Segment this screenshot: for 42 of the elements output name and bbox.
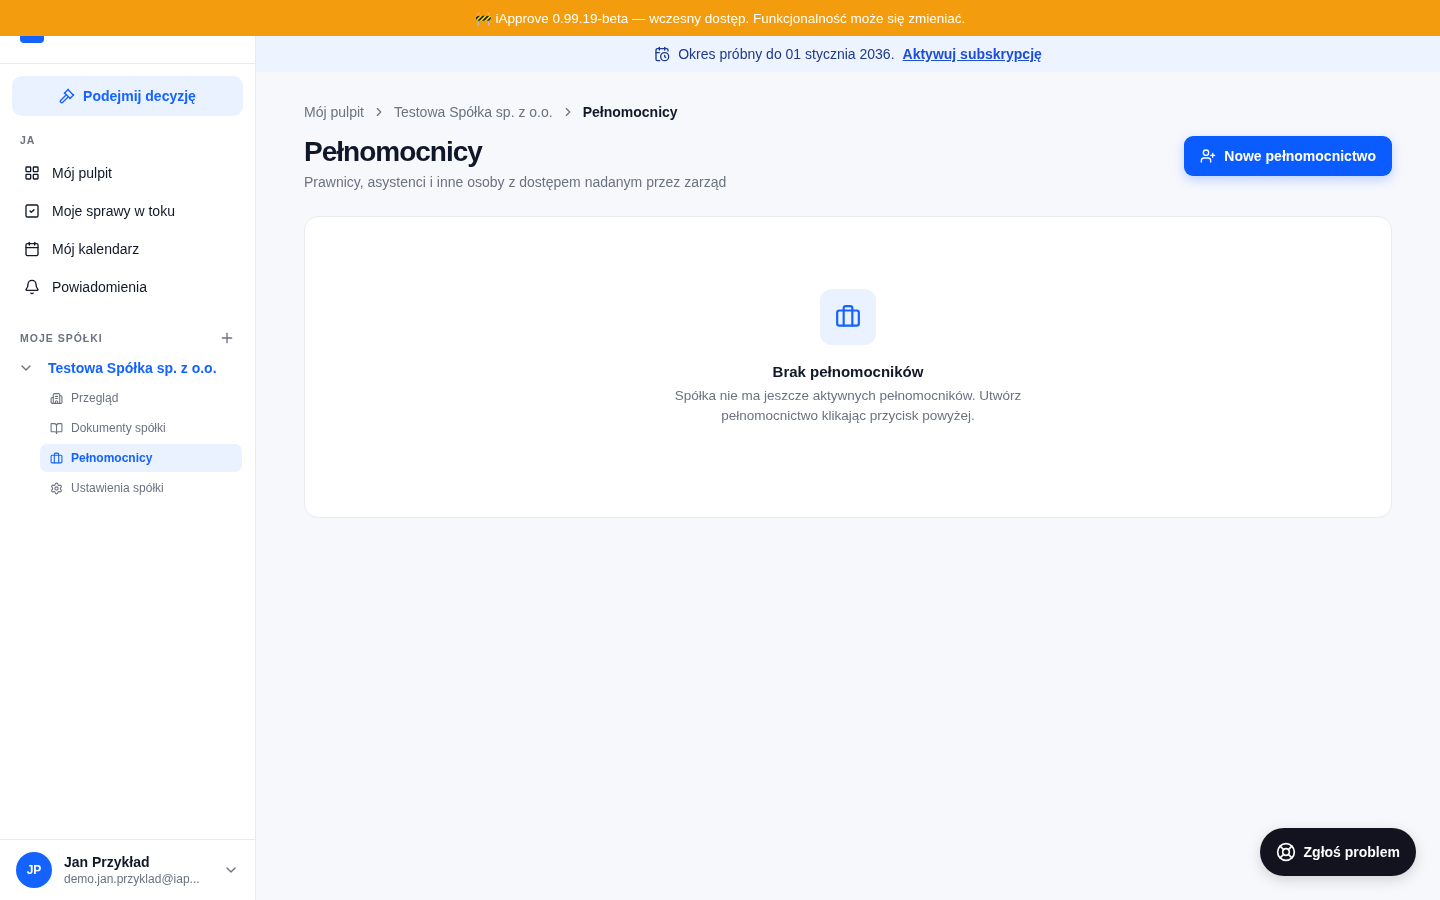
section-label: JA — [20, 134, 36, 146]
book-icon — [50, 421, 63, 435]
decision-button[interactable]: Podejmij decyzję — [12, 76, 243, 116]
logo-icon — [20, 33, 44, 43]
subscribe-link[interactable]: Aktywuj subskrypcję — [902, 46, 1042, 62]
calendar-icon — [24, 241, 40, 257]
company-item[interactable]: Testowa Spółka sp. z o.o. — [12, 356, 243, 380]
breadcrumb[interactable]: Mój pulpit — [304, 104, 364, 120]
nav-item[interactable]: Mój kalendarz — [12, 230, 243, 268]
calendar-clock-icon — [654, 46, 671, 62]
briefcase-icon — [50, 451, 63, 465]
new-authorization-button[interactable]: Nowe pełnomocnictwo — [1184, 136, 1392, 176]
page-title: Pełnomocnicy — [304, 136, 484, 168]
user-email: demo.jan.przyklad@iap... — [64, 872, 201, 886]
avatar: JP — [16, 852, 52, 888]
empty-title: Brak pełnomocników — [772, 363, 924, 380]
breadcrumb[interactable]: Testowa Spółka sp. z o.o. — [393, 104, 553, 120]
lifebuoy-icon — [1275, 842, 1296, 862]
bell-icon — [24, 279, 40, 295]
add-icon[interactable] — [219, 330, 235, 346]
banner-text: 🚧 iApprove 0.99.19-beta — wczesny dostęp. Funkcjonalność może się zmieniać. — [474, 10, 966, 26]
user-plus-icon — [1200, 148, 1217, 164]
company-nav-item[interactable]: Przegląd — [40, 384, 242, 412]
nav-item[interactable]: Powiadomienia — [12, 268, 243, 306]
nav-item[interactable]: Moje sprawy w toku — [12, 192, 243, 230]
nav-item[interactable]: Mój pulpit — [12, 154, 243, 192]
company-nav-item[interactable]: Dokumenty spółki — [40, 414, 242, 442]
empty-text: Spółka nie ma jeszcze aktywnych pełnomocników. Utwórz pełnomocnictwo klikając przycisk powyżej. — [673, 387, 1023, 425]
section-label: MOJE SPÓŁKI — [20, 332, 103, 344]
page-subtitle: Prawnicy, asystenci i inne osoby z dostępem nadanym przez zarząd — [304, 174, 727, 190]
briefcase-icon — [820, 289, 876, 345]
grid-icon — [24, 165, 40, 181]
report-problem-button[interactable]: Zgłoś problem — [1259, 828, 1416, 876]
company-nav-item[interactable]: Ustawienia spółki — [40, 474, 242, 502]
building-icon — [50, 391, 63, 405]
breadcrumb: Pełnomocnicy — [582, 104, 678, 120]
gavel-icon — [59, 88, 76, 104]
settings-icon — [50, 481, 63, 495]
user-name: Jan Przykład — [64, 854, 151, 870]
company-nav-item[interactable]: Pełnomocnicy — [40, 444, 242, 472]
check-icon — [24, 203, 40, 219]
trial-text: Okres próbny do 01 stycznia 2036. — [678, 46, 895, 62]
